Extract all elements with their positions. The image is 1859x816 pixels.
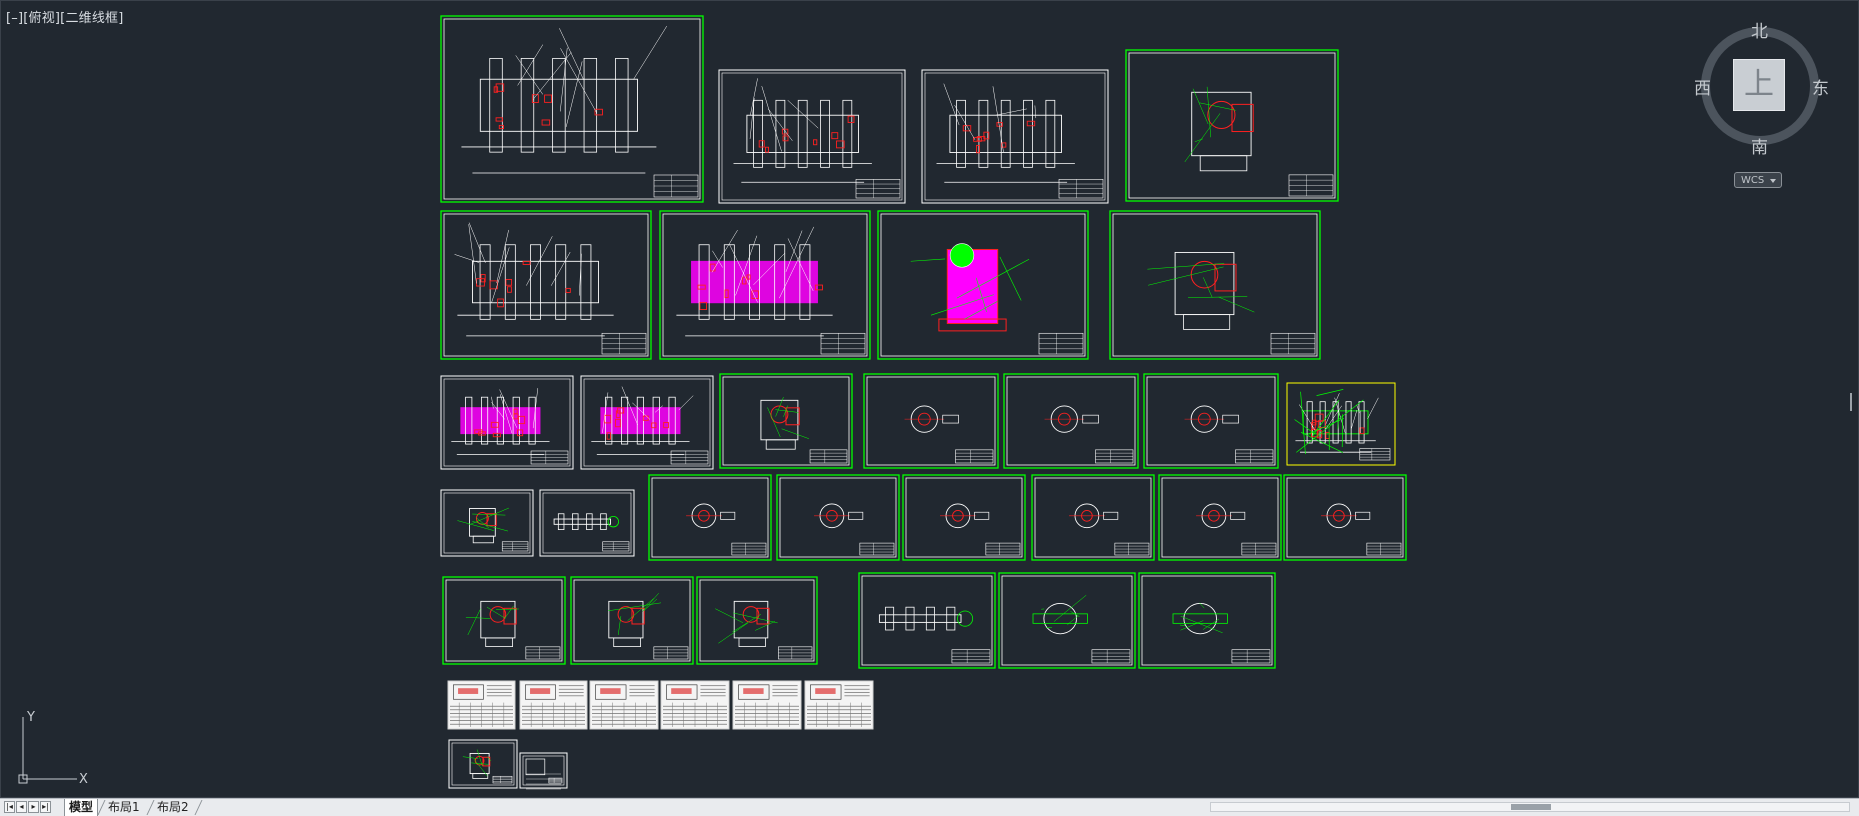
drawing-sheet-s24[interactable] bbox=[442, 576, 566, 665]
drawing-sheet-s21[interactable] bbox=[1031, 474, 1155, 561]
tab-layout2[interactable]: 布局2 bbox=[153, 799, 193, 816]
drawing-sheet-s13[interactable] bbox=[1003, 373, 1139, 469]
drawing-sheet-s23[interactable] bbox=[1283, 474, 1407, 561]
viewcube[interactable]: 上 北 南 西 东 WCS bbox=[1691, 15, 1831, 188]
drawing-sheets-canvas[interactable] bbox=[1, 1, 1859, 799]
horizontal-scroll-thumb[interactable] bbox=[1511, 804, 1551, 810]
drawing-sheet-s19[interactable] bbox=[776, 474, 900, 561]
drawing-sheet-s09[interactable] bbox=[440, 375, 574, 470]
compass-north-label[interactable]: 北 bbox=[1751, 17, 1768, 42]
ucs-icon: Y X bbox=[18, 710, 88, 787]
drawing-sheet-s27[interactable] bbox=[858, 572, 996, 669]
viewcube-top-face[interactable]: 上 bbox=[1733, 59, 1785, 111]
tab-model[interactable]: 模型 bbox=[64, 799, 99, 816]
ucs-x-label: X bbox=[79, 772, 88, 787]
compass-west-label[interactable]: 西 bbox=[1694, 74, 1711, 99]
drawing-sheet-s03[interactable] bbox=[921, 69, 1109, 204]
drawing-sheet-s29[interactable] bbox=[1138, 572, 1276, 669]
layout-tab-bar: |◂ ◂ ▸ ▸| 模型 布局1 布局2 bbox=[0, 798, 1859, 816]
drawing-sheet-s36[interactable] bbox=[448, 739, 518, 789]
drawing-sheet-s33[interactable] bbox=[660, 680, 730, 730]
wcs-menu-button[interactable]: WCS bbox=[1734, 172, 1782, 188]
drawing-sheet-s18[interactable] bbox=[648, 474, 772, 561]
prev-tab-button[interactable]: ◂ bbox=[16, 801, 27, 813]
drawing-sheet-s26[interactable] bbox=[696, 576, 818, 665]
drawing-sheet-s11[interactable] bbox=[719, 373, 853, 469]
compass-south-label[interactable]: 南 bbox=[1751, 133, 1768, 158]
drawing-sheet-s08[interactable] bbox=[1109, 210, 1321, 360]
drawing-sheet-s02[interactable] bbox=[718, 69, 906, 204]
drawing-sheet-s05[interactable] bbox=[440, 210, 652, 360]
drawing-sheet-s15[interactable] bbox=[1286, 382, 1396, 466]
drawing-sheet-s28[interactable] bbox=[998, 572, 1136, 669]
drawing-sheet-s04[interactable] bbox=[1125, 49, 1339, 202]
drawing-sheet-s25[interactable] bbox=[570, 576, 694, 665]
horizontal-scrollbar[interactable] bbox=[1210, 802, 1850, 812]
drawing-sheet-s30[interactable] bbox=[447, 680, 516, 730]
drawing-sheet-s14[interactable] bbox=[1143, 373, 1279, 469]
drawing-sheet-s35[interactable] bbox=[804, 680, 874, 730]
drawing-sheet-s31[interactable] bbox=[519, 680, 588, 730]
next-tab-button[interactable]: ▸ bbox=[28, 801, 39, 813]
drawing-sheet-s34[interactable] bbox=[732, 680, 802, 730]
drawing-sheet-s10[interactable] bbox=[580, 375, 714, 470]
vertical-scroll-indicator[interactable] bbox=[1850, 393, 1852, 411]
model-space-viewport[interactable]: [–][俯视][二维线框] 上 北 南 西 东 WCS Y X bbox=[0, 0, 1859, 798]
drawing-sheet-s07[interactable] bbox=[877, 210, 1089, 360]
ucs-y-label: Y bbox=[26, 710, 35, 725]
last-tab-button[interactable]: ▸| bbox=[40, 801, 51, 813]
first-tab-button[interactable]: |◂ bbox=[4, 801, 15, 813]
drawing-sheet-s06[interactable] bbox=[659, 210, 871, 360]
drawing-sheet-s37[interactable] bbox=[519, 752, 568, 790]
drawing-sheet-s17[interactable] bbox=[539, 489, 635, 557]
drawing-sheet-s20[interactable] bbox=[902, 474, 1026, 561]
tab-layout1[interactable]: 布局1 bbox=[104, 799, 144, 816]
tab-separator bbox=[194, 800, 203, 815]
drawing-sheet-s32[interactable] bbox=[589, 680, 659, 730]
compass-east-label[interactable]: 东 bbox=[1812, 74, 1829, 99]
drawing-sheet-s22[interactable] bbox=[1158, 474, 1282, 561]
drawing-sheet-s01[interactable] bbox=[440, 15, 704, 203]
drawing-sheet-s16[interactable] bbox=[440, 489, 534, 557]
drawing-sheet-s12[interactable] bbox=[863, 373, 999, 469]
